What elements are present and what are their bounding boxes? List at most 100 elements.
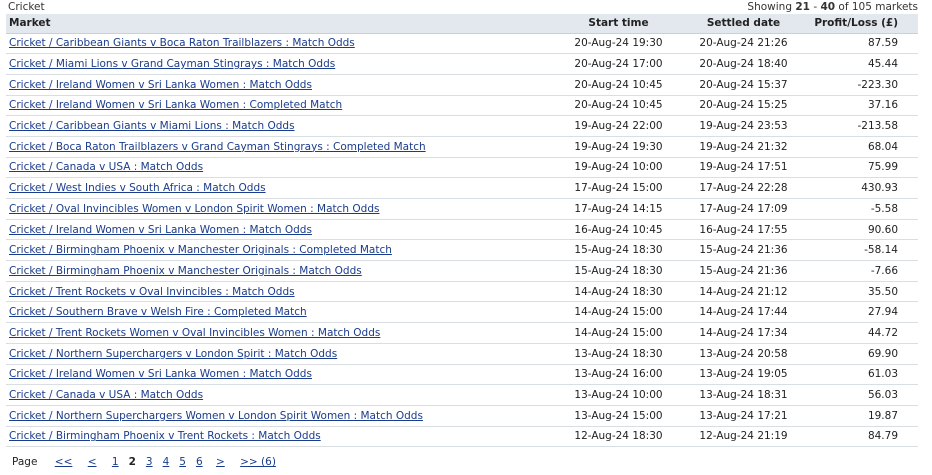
pagination: Page << < 123456 > >> (6) xyxy=(6,453,918,471)
settled-date-cell: 14-Aug-24 21:12 xyxy=(681,281,806,303)
market-link[interactable]: Cricket / Birmingham Phoenix v Trent Roc… xyxy=(9,430,321,442)
start-time-cell: 15-Aug-24 18:30 xyxy=(556,260,681,282)
market-cell: Cricket / Ireland Women v Sri Lanka Wome… xyxy=(6,219,556,241)
table-row: Cricket / Canada v USA : Match Odds 19-Au… xyxy=(6,157,918,179)
table-row: Cricket / Trent Rockets v Oval Invincibl… xyxy=(6,281,918,303)
settled-date-cell: 16-Aug-24 17:55 xyxy=(681,219,806,241)
showing-prefix: Showing xyxy=(747,1,792,13)
market-link[interactable]: Cricket / West Indies v South Africa : M… xyxy=(9,182,266,194)
start-time-cell: 14-Aug-24 18:30 xyxy=(556,281,681,303)
profit-loss-cell: 87.59 xyxy=(806,33,918,55)
market-cell: Cricket / Ireland Women v Sri Lanka Wome… xyxy=(6,74,556,96)
page-link-1[interactable]: 1 xyxy=(112,453,119,471)
settled-date-cell: 15-Aug-24 21:36 xyxy=(681,239,806,262)
profit-loss-cell: 44.72 xyxy=(806,322,918,344)
topbar: Cricket Showing 21 - 40 of 105 markets xyxy=(6,0,918,14)
market-link[interactable]: Cricket / Birmingham Phoenix v Mancheste… xyxy=(9,244,392,256)
first-page-link[interactable]: << xyxy=(55,453,73,471)
market-link[interactable]: Cricket / Ireland Women v Sri Lanka Wome… xyxy=(9,368,312,380)
market-link[interactable]: Cricket / Boca Raton Trailblazers v Gran… xyxy=(9,141,426,153)
table-row: Cricket / Ireland Women v Sri Lanka Wome… xyxy=(6,364,918,386)
table-row: Cricket / Birmingham Phoenix v Mancheste… xyxy=(6,260,918,282)
start-time-cell: 16-Aug-24 10:45 xyxy=(556,219,681,241)
profit-loss-cell: 75.99 xyxy=(806,157,918,179)
start-time-cell: 19-Aug-24 22:00 xyxy=(556,115,681,137)
start-time-cell: 20-Aug-24 17:00 xyxy=(556,53,681,75)
table-row: Cricket / Caribbean Giants v Miami Lions… xyxy=(6,115,918,137)
next-page-link[interactable]: > xyxy=(216,453,225,471)
settled-date-cell: 20-Aug-24 21:26 xyxy=(681,33,806,55)
market-link[interactable]: Cricket / Birmingham Phoenix v Mancheste… xyxy=(9,265,362,277)
start-time-cell: 20-Aug-24 10:45 xyxy=(556,95,681,117)
market-cell: Cricket / Birmingham Phoenix v Mancheste… xyxy=(6,239,556,262)
market-link[interactable]: Cricket / Northern Superchargers v Londo… xyxy=(9,348,337,360)
start-time-cell: 13-Aug-24 10:00 xyxy=(556,384,681,406)
market-cell: Cricket / Trent Rockets v Oval Invincibl… xyxy=(6,281,556,303)
profit-loss-cell: 430.93 xyxy=(806,177,918,199)
market-cell: Cricket / Northern Superchargers Women v… xyxy=(6,405,556,427)
market-link[interactable]: Cricket / Northern Superchargers Women v… xyxy=(9,410,423,422)
settled-date-cell: 20-Aug-24 18:40 xyxy=(681,53,806,75)
table-row: Cricket / Birmingham Phoenix v Trent Roc… xyxy=(6,426,918,448)
table-row: Cricket / Canada v USA : Match Odds 13-Au… xyxy=(6,384,918,406)
settled-date-cell: 13-Aug-24 19:05 xyxy=(681,364,806,386)
market-link[interactable]: Cricket / Ireland Women v Sri Lanka Wome… xyxy=(9,224,312,236)
market-link[interactable]: Cricket / Canada v USA : Match Odds xyxy=(9,161,203,173)
page-link-6[interactable]: 6 xyxy=(196,453,203,471)
column-header-profit-loss: Profit/Loss (£) xyxy=(806,14,918,34)
market-cell: Cricket / Northern Superchargers v Londo… xyxy=(6,343,556,365)
column-header-market: Market xyxy=(6,14,556,34)
market-link[interactable]: Cricket / Ireland Women v Sri Lanka Wome… xyxy=(9,99,342,111)
page-link-5[interactable]: 5 xyxy=(179,453,186,471)
start-time-cell: 17-Aug-24 14:15 xyxy=(556,198,681,220)
market-link[interactable]: Cricket / Trent Rockets Women v Oval Inv… xyxy=(9,327,380,339)
table-row: Cricket / Boca Raton Trailblazers v Gran… xyxy=(6,136,918,158)
market-cell: Cricket / Canada v USA : Match Odds xyxy=(6,384,556,406)
market-cell: Cricket / Birmingham Phoenix v Mancheste… xyxy=(6,260,556,282)
settled-date-cell: 20-Aug-24 15:25 xyxy=(681,95,806,117)
table-header-row: Market Start time Settled date Profit/Lo… xyxy=(6,14,918,34)
table-row: Cricket / Southern Brave v Welsh Fire : … xyxy=(6,301,918,324)
market-link[interactable]: Cricket / Southern Brave v Welsh Fire : … xyxy=(9,306,307,318)
market-cell: Cricket / West Indies v South Africa : M… xyxy=(6,177,556,199)
start-time-cell: 13-Aug-24 18:30 xyxy=(556,343,681,365)
market-cell: Cricket / Miami Lions v Grand Cayman Sti… xyxy=(6,53,556,75)
profit-loss-cell: 35.50 xyxy=(806,281,918,303)
settled-date-cell: 13-Aug-24 18:31 xyxy=(681,384,806,406)
prev-page-link[interactable]: < xyxy=(88,453,97,471)
profit-loss-cell: 45.44 xyxy=(806,53,918,75)
market-link[interactable]: Cricket / Canada v USA : Match Odds xyxy=(9,389,203,401)
table-row: Cricket / Trent Rockets Women v Oval Inv… xyxy=(6,322,918,344)
settled-date-cell: 17-Aug-24 22:28 xyxy=(681,177,806,199)
market-link[interactable]: Cricket / Ireland Women v Sri Lanka Wome… xyxy=(9,79,312,91)
last-page-link[interactable]: >> (6) xyxy=(240,453,276,471)
market-link[interactable]: Cricket / Oval Invincibles Women v Londo… xyxy=(9,203,379,215)
market-link[interactable]: Cricket / Caribbean Giants v Boca Raton … xyxy=(9,37,355,49)
page-links: 123456 xyxy=(112,453,213,471)
page-link-4[interactable]: 4 xyxy=(163,453,170,471)
markets-table: Market Start time Settled date Profit/Lo… xyxy=(6,14,918,448)
showing-summary: Showing 21 - 40 of 105 markets xyxy=(747,0,918,14)
page-link-3[interactable]: 3 xyxy=(146,453,153,471)
profit-loss-cell: 84.79 xyxy=(806,426,918,448)
market-link[interactable]: Cricket / Trent Rockets v Oval Invincibl… xyxy=(9,286,295,298)
settled-date-cell: 14-Aug-24 17:44 xyxy=(681,301,806,324)
market-link[interactable]: Cricket / Miami Lions v Grand Cayman Sti… xyxy=(9,58,335,70)
range-end: 40 xyxy=(820,1,836,13)
market-cell: Cricket / Oval Invincibles Women v Londo… xyxy=(6,198,556,220)
market-cell: Cricket / Caribbean Giants v Miami Lions… xyxy=(6,115,556,137)
table-row: Cricket / Ireland Women v Sri Lanka Wome… xyxy=(6,219,918,241)
profit-loss-cell: -5.58 xyxy=(806,198,918,220)
table-row: Cricket / Northern Superchargers Women v… xyxy=(6,405,918,427)
range-start: 21 xyxy=(795,1,810,13)
start-time-cell: 13-Aug-24 16:00 xyxy=(556,364,681,386)
pagination-label: Page xyxy=(12,456,38,469)
table-row: Cricket / Ireland Women v Sri Lanka Wome… xyxy=(6,95,918,117)
table-row: Cricket / Oval Invincibles Women v Londo… xyxy=(6,198,918,220)
settled-date-cell: 13-Aug-24 20:58 xyxy=(681,343,806,365)
sport-title: Cricket xyxy=(8,1,45,13)
table-row: Cricket / Birmingham Phoenix v Mancheste… xyxy=(6,239,918,262)
settled-date-cell: 17-Aug-24 17:09 xyxy=(681,198,806,220)
market-link[interactable]: Cricket / Caribbean Giants v Miami Lions… xyxy=(9,120,295,132)
market-cell: Cricket / Caribbean Giants v Boca Raton … xyxy=(6,33,556,55)
